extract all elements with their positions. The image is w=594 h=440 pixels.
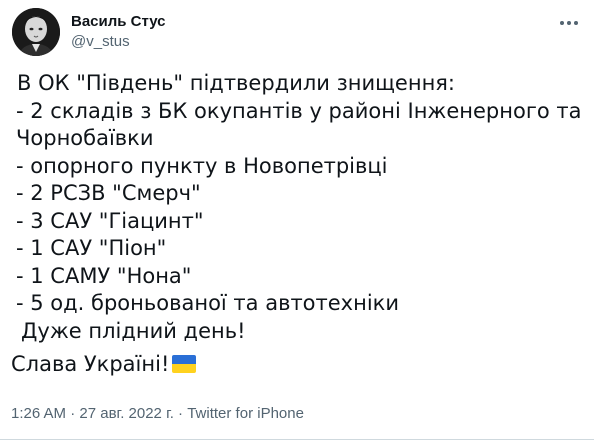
avatar-portrait bbox=[12, 8, 60, 56]
tweet-text: В ОК "Південь" підтвердили знищення: - 2… bbox=[11, 70, 581, 345]
tweet-line: - опорного пункту в Новопетрівці bbox=[16, 153, 388, 178]
tweet-line: - 1 САУ "Піон" bbox=[16, 236, 167, 260]
author-names: Василь Стус @v_stus bbox=[71, 12, 166, 52]
tweet-header: Василь Стус @v_stus bbox=[12, 8, 166, 56]
tweet-slava-line: Слава Україні! bbox=[11, 350, 197, 378]
tweet-line: - 1 САМУ "Нона" bbox=[16, 263, 192, 288]
slava-text: Слава Україні! bbox=[11, 352, 170, 376]
meta-separator: · bbox=[178, 405, 184, 422]
more-options-button[interactable] bbox=[558, 12, 580, 34]
display-name[interactable]: Василь Стус bbox=[71, 12, 166, 32]
tweet-card: Василь Стус @v_stus В ОК "Південь" підтв… bbox=[0, 0, 594, 440]
tweet-line: - 2 складів з БК окупантів у районі Інже… bbox=[16, 98, 582, 123]
tweet-line: Чорнобаївки bbox=[16, 126, 154, 150]
tweet-line: В ОК "Південь" підтвердили знищення: bbox=[17, 71, 456, 95]
tweet-source[interactable]: Twitter for iPhone bbox=[187, 405, 304, 422]
tweet-meta: 1:26 AM · 27 авг. 2022 г. · Twitter for … bbox=[11, 404, 304, 424]
meta-separator: · bbox=[70, 405, 76, 422]
avatar[interactable] bbox=[12, 8, 60, 56]
tweet-closing-line: Дуже плідний день! bbox=[21, 318, 246, 343]
user-handle[interactable]: @v_stus bbox=[71, 32, 166, 52]
tweet-date[interactable]: 27 авг. 2022 г. bbox=[79, 405, 173, 422]
tweet-time[interactable]: 1:26 AM bbox=[11, 405, 66, 422]
more-horizontal-icon bbox=[560, 21, 578, 25]
tweet-line: - 5 од. броньованої та автотехніки bbox=[16, 291, 400, 315]
tweet-line: - 3 САУ "Гіацинт" bbox=[16, 208, 204, 233]
ukraine-flag-icon bbox=[172, 355, 197, 373]
tweet-line: - 2 РСЗВ "Смерч" bbox=[16, 181, 201, 205]
